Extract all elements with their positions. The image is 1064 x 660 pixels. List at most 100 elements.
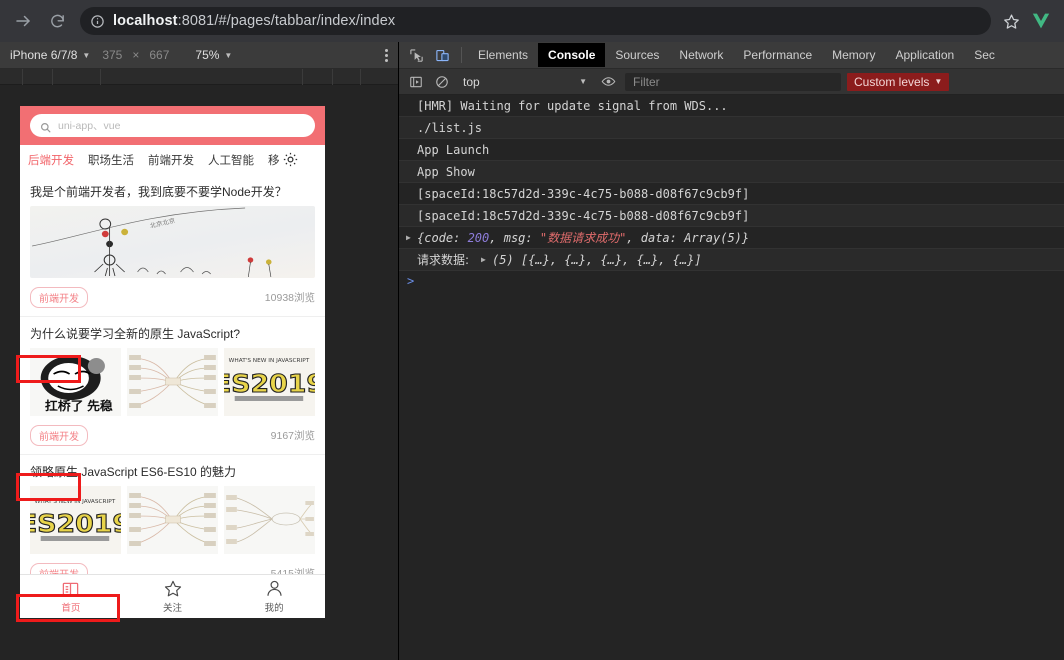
article-thumbnail: 扛桥了 先稳 xyxy=(30,348,121,416)
svg-text:WHAT'S NEW IN JAVASCRIPT: WHAT'S NEW IN JAVASCRIPT xyxy=(35,499,116,505)
console-row[interactable]: [spaceId:18c57d2d-339c-4c75-b088-d08f67c… xyxy=(399,205,1064,227)
vue-devtools-icon[interactable] xyxy=(1028,8,1054,34)
article-views: 5415浏览 xyxy=(270,568,315,574)
star-icon xyxy=(163,579,183,598)
info-circle-icon[interactable] xyxy=(90,14,105,29)
device-height-input[interactable]: 667 xyxy=(149,48,169,62)
category-tab-1[interactable]: 职场生活 xyxy=(88,152,148,168)
article-tag[interactable]: 前端开发 xyxy=(30,425,88,446)
category-tab-0[interactable]: 后端开发 xyxy=(28,152,88,168)
console-row-array[interactable]: 请求数据: ▶ (5) [{…}, {…}, {…}, {…}, {…}] xyxy=(399,249,1064,271)
reload-icon[interactable] xyxy=(44,8,70,34)
console-row[interactable]: [spaceId:18c57d2d-339c-4c75-b088-d08f67c… xyxy=(399,183,1064,205)
article-thumbnail xyxy=(127,486,218,554)
article-card[interactable]: 我是个前端开发者，我到底要不要学Node开发？ 北京北京 前端开发 10938浏… xyxy=(20,175,325,317)
device-emulation-pane: iPhone 6/7/8 ▼ 375 × 667 75% ▼ uni-app、v… xyxy=(0,42,399,660)
tabbar-label-follow: 关注 xyxy=(163,603,183,614)
zoom-level-label: 75% xyxy=(195,48,220,62)
dimension-times: × xyxy=(132,48,140,62)
expand-triangle-icon[interactable]: ▶ xyxy=(481,255,492,264)
tab-performance[interactable]: Performance xyxy=(733,44,822,66)
console-row[interactable]: App Show xyxy=(399,161,1064,183)
mobile-app-viewport: uni-app、vue 后端开发 职场生活 前端开发 人工智能 移 我是个前端开… xyxy=(20,106,325,618)
device-viewport: uni-app、vue 后端开发 职场生活 前端开发 人工智能 移 我是个前端开… xyxy=(0,85,398,660)
url-path: :8081/#/pages/tabbar/index/index xyxy=(177,13,396,29)
inspect-element-icon[interactable] xyxy=(403,43,429,67)
array-row-label: 请求数据: xyxy=(417,253,470,267)
gear-icon[interactable] xyxy=(282,151,299,168)
address-bar-url: localhost:8081/#/pages/tabbar/index/inde… xyxy=(113,13,395,29)
tabbar-item-home[interactable]: 首页 xyxy=(20,580,122,614)
console-row[interactable]: [HMR] Waiting for update signal from WDS… xyxy=(399,95,1064,117)
tabbar-label-home: 首页 xyxy=(61,602,81,614)
article-card[interactable]: 为什么说要学习全新的原生 JavaScript? 扛桥了 先稳 WHAT'S N… xyxy=(20,317,325,455)
tab-memory[interactable]: Memory xyxy=(822,44,885,66)
tab-sources[interactable]: Sources xyxy=(605,44,669,66)
clear-console-icon[interactable] xyxy=(429,70,455,94)
console-filter-placeholder: Filter xyxy=(633,74,660,89)
console-row-text: [spaceId:18c57d2d-339c-4c75-b088-d08f67c… xyxy=(417,186,750,201)
star-outline-icon[interactable] xyxy=(1003,13,1020,30)
tab-console[interactable]: Console xyxy=(538,43,606,67)
chevron-down-icon: ▼ xyxy=(82,50,91,60)
article-views: 9167浏览 xyxy=(270,430,315,442)
console-sidebar-icon[interactable] xyxy=(403,70,429,94)
chevron-down-icon: ▼ xyxy=(934,77,943,86)
console-filter-input[interactable]: Filter xyxy=(625,72,841,91)
zoom-selector[interactable]: 75% ▼ xyxy=(195,48,232,62)
object-suffix: , data: Array(5)} xyxy=(626,230,750,245)
svg-text:扛桥了 先稳: 扛桥了 先稳 xyxy=(45,398,113,412)
device-width-input[interactable]: 375 xyxy=(102,48,122,62)
console-prompt[interactable]: > xyxy=(399,271,1064,288)
category-tab-2[interactable]: 前端开发 xyxy=(148,152,208,168)
console-filter-bar: top ▼ Filter Custom levels ▼ xyxy=(399,69,1064,95)
svg-text:WHAT'S NEW IN JAVASCRIPT: WHAT'S NEW IN JAVASCRIPT xyxy=(229,358,310,364)
toolbar-divider xyxy=(461,47,462,63)
article-tag[interactable]: 前端开发 xyxy=(30,563,88,574)
live-expression-eye-icon[interactable] xyxy=(595,70,621,94)
article-thumbnail: WHAT'S NEW IN JAVASCRIPT ES2019 xyxy=(30,486,121,554)
tabbar-item-mine[interactable]: 我的 xyxy=(223,579,325,614)
console-row-text: [spaceId:18c57d2d-339c-4c75-b088-d08f67c… xyxy=(417,208,750,223)
article-thumbnail xyxy=(224,486,315,554)
device-emulation-toolbar: iPhone 6/7/8 ▼ 375 × 667 75% ▼ xyxy=(0,42,398,69)
article-views: 10938浏览 xyxy=(264,292,315,304)
article-meta: 前端开发 10938浏览 xyxy=(30,278,315,308)
category-tab-4[interactable]: 移 xyxy=(268,152,282,168)
device-toolbar-icon[interactable] xyxy=(429,43,455,67)
console-row[interactable]: App Launch xyxy=(399,139,1064,161)
device-selector-label: iPhone 6/7/8 xyxy=(10,48,78,62)
search-placeholder: uni-app、vue xyxy=(58,120,121,132)
console-levels-selector[interactable]: Custom levels ▼ xyxy=(847,72,950,91)
tab-elements[interactable]: Elements xyxy=(468,44,538,66)
article-thumbnail-row: 扛桥了 先稳 WHAT'S NEW IN JAVASCRIPT S201 xyxy=(30,348,315,416)
url-host: localhost xyxy=(113,13,178,29)
category-tab-3[interactable]: 人工智能 xyxy=(208,152,268,168)
console-output[interactable]: [HMR] Waiting for update signal from WDS… xyxy=(399,95,1064,660)
tab-security[interactable]: Sec xyxy=(964,44,1005,66)
article-tag[interactable]: 前端开发 xyxy=(30,287,88,308)
article-card[interactable]: 领略原生 JavaScript ES6-ES10 的魅力 WHAT'S NEW … xyxy=(20,455,325,574)
tab-network[interactable]: Network xyxy=(669,44,733,66)
window-body: iPhone 6/7/8 ▼ 375 × 667 75% ▼ uni-app、v… xyxy=(0,42,1064,660)
tabbar-label-mine: 我的 xyxy=(264,603,284,614)
console-row[interactable]: ./list.js xyxy=(399,117,1064,139)
forward-arrow-icon[interactable] xyxy=(10,8,36,34)
kebab-menu-icon[interactable] xyxy=(385,48,388,62)
console-row-object[interactable]: ▶ {code: 200, msg: "数据请求成功", data: Array(… xyxy=(399,227,1064,249)
console-context-label: top xyxy=(463,74,480,89)
expand-triangle-icon[interactable]: ▶ xyxy=(406,233,417,242)
svg-text:ES2019: ES2019 xyxy=(224,370,315,399)
devtools-pane: Elements Console Sources Network Perform… xyxy=(399,42,1064,660)
address-bar[interactable]: localhost:8081/#/pages/tabbar/index/inde… xyxy=(80,7,991,35)
svg-text:ES2019: ES2019 xyxy=(30,510,121,539)
tabbar-item-follow[interactable]: 关注 xyxy=(122,579,224,614)
device-ruler xyxy=(0,69,398,85)
search-input[interactable]: uni-app、vue xyxy=(30,114,315,137)
tab-application[interactable]: Application xyxy=(885,44,964,66)
console-context-selector[interactable]: top ▼ xyxy=(455,75,595,89)
array-row-value: (5) [{…}, {…}, {…}, {…}, {…}] xyxy=(492,252,702,267)
object-prefix: {code: xyxy=(417,230,468,245)
device-selector[interactable]: iPhone 6/7/8 ▼ xyxy=(10,48,90,62)
home-news-icon xyxy=(61,580,80,598)
